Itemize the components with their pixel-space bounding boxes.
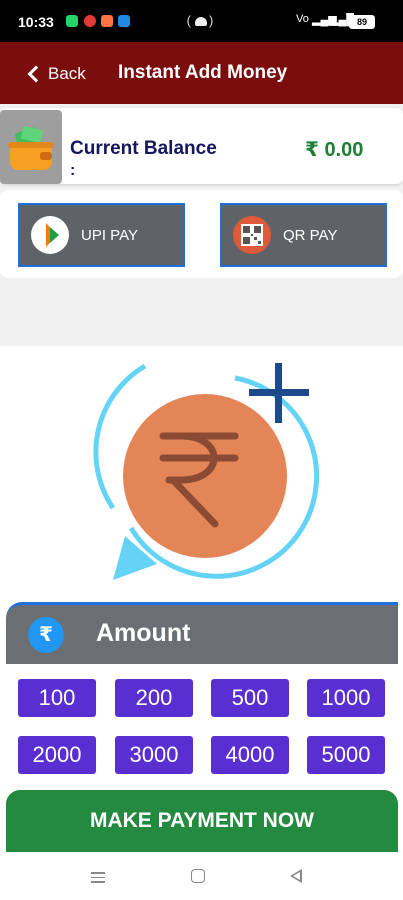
add-money-illustration	[85, 358, 325, 588]
whatsapp-notification-icon	[66, 15, 78, 27]
battery-icon: 89	[349, 15, 375, 29]
recent-apps-icon[interactable]	[91, 872, 105, 886]
status-bar: 10:33 ( ) Vo ▂▄▆ ▂▄█ 89	[0, 0, 403, 42]
app-notification-icon	[101, 15, 113, 27]
back-button[interactable]: Back	[26, 60, 86, 88]
qr-pay-label: QR PAY	[283, 226, 338, 244]
amount-title: Amount	[96, 619, 191, 647]
status-time: 10:33	[18, 14, 54, 30]
upi-logo-icon	[31, 216, 69, 254]
balance-card: Current Balance : ₹ 0.00	[0, 108, 403, 184]
balance-colon: :	[70, 162, 76, 179]
payment-methods-panel: UPI PAY QR PAY	[0, 190, 403, 278]
volte-icon: Vo	[296, 13, 309, 25]
home-icon[interactable]	[191, 869, 205, 883]
qr-pay-button[interactable]: QR PAY	[220, 203, 387, 267]
amount-option-5000[interactable]: 5000	[307, 736, 385, 774]
amount-option-200[interactable]: 200	[115, 679, 193, 717]
app-notification-icon	[118, 15, 130, 27]
balance-value: ₹ 0.00	[305, 139, 364, 161]
back-triangle-icon[interactable]	[290, 869, 302, 883]
privacy-indicator-icon	[195, 17, 207, 26]
amount-option-1000[interactable]: 1000	[307, 679, 385, 717]
wallet-icon	[0, 110, 62, 184]
rupee-icon: ₹	[28, 617, 64, 653]
amount-option-100[interactable]: 100	[18, 679, 96, 717]
page-title: Instant Add Money	[118, 62, 288, 83]
amount-option-500[interactable]: 500	[211, 679, 289, 717]
app-header: Back Instant Add Money	[0, 42, 403, 104]
back-label: Back	[48, 64, 86, 83]
amount-header: ₹ Amount	[6, 602, 398, 664]
balance-label: Current Balance	[70, 138, 217, 159]
upi-pay-label: UPI PAY	[81, 226, 138, 244]
upi-pay-button[interactable]: UPI PAY	[18, 203, 185, 267]
app-notification-icon	[84, 15, 96, 27]
amount-option-4000[interactable]: 4000	[211, 736, 289, 774]
qr-code-icon	[233, 216, 271, 254]
amount-option-2000[interactable]: 2000	[18, 736, 96, 774]
make-payment-button[interactable]: MAKE PAYMENT NOW	[6, 790, 398, 852]
system-nav-bar	[0, 852, 403, 900]
chevron-left-icon	[27, 65, 45, 83]
amount-option-3000[interactable]: 3000	[115, 736, 193, 774]
